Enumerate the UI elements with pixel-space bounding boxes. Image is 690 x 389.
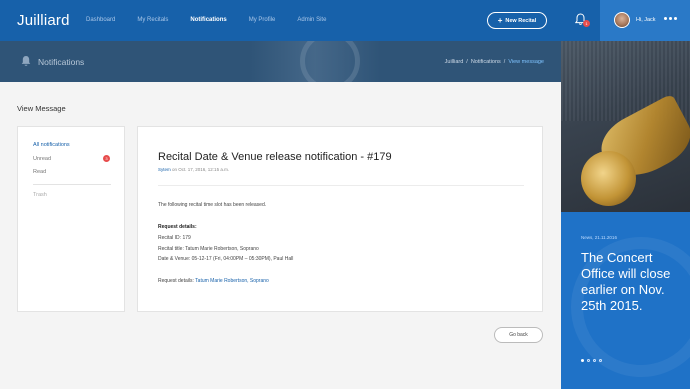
nav-item-notifications[interactable]: Notifications [190, 17, 226, 23]
sidebar-item-read[interactable]: Read [33, 169, 46, 175]
nav-item-my-profile[interactable]: My Profile [249, 17, 276, 23]
page-title: View Message [17, 104, 66, 113]
bell-icon [21, 56, 31, 66]
breadcrumb: Juilliard / Notifications / View message [445, 59, 544, 65]
breadcrumb-home[interactable]: Juilliard [445, 59, 464, 65]
saxophone-photo [561, 41, 690, 212]
message-meta: Sytem on Oct. 17, 2016, 12:15 a.m. [158, 167, 229, 172]
breadcrumb-separator: / [503, 59, 506, 65]
message-date: on Oct. 17, 2016, 12:15 a.m. [172, 167, 230, 172]
plus-icon: + [497, 15, 503, 25]
unread-count-badge: 3 [103, 155, 110, 162]
nav-item-dashboard[interactable]: Dashboard [86, 17, 115, 23]
nav-item-admin-site[interactable]: Admin Site [297, 17, 326, 23]
news-text: The Concert Office will close earlier on… [581, 250, 671, 313]
request-details-link[interactable]: Tatum Marie Robertson, Soprano [195, 278, 269, 284]
request-details-heading: Request details: [158, 224, 197, 230]
news-card[interactable]: News, 21.11.2016 The Concert Office will… [561, 212, 690, 389]
breadcrumb-notifications[interactable]: Notifications [471, 59, 501, 65]
go-back-button[interactable]: Go back [494, 327, 543, 343]
user-greeting[interactable]: Hi, Jack [636, 17, 656, 23]
notification-count-badge: 1 [583, 20, 590, 27]
top-navbar: Juilliard Dashboard My Recitals Notifica… [0, 0, 600, 41]
carousel-dots [581, 359, 602, 362]
page-header: Notifications Juilliard / Notifications … [0, 41, 561, 82]
carousel-dot[interactable] [587, 359, 590, 362]
news-promo-panel: News, 21.11.2016 The Concert Office will… [561, 41, 690, 389]
message-sender[interactable]: Sytem [158, 167, 171, 172]
request-details-prefix: Request details: [158, 278, 194, 284]
message-card: Recital Date & Venue release notificatio… [137, 126, 543, 312]
nav-item-my-recitals[interactable]: My Recitals [137, 17, 168, 23]
recital-id: Recital ID: 179 [158, 235, 191, 241]
main-nav: Dashboard My Recitals Notifications My P… [86, 17, 348, 23]
brand-logo[interactable]: Juilliard [17, 12, 70, 29]
breadcrumb-current: View message [508, 59, 544, 65]
divider [158, 185, 524, 186]
message-intro: The following recital time slot has been… [158, 202, 267, 208]
new-recital-button[interactable]: + New Recital [487, 12, 547, 29]
notifications-sidebar: All notifications Unread 3 Read Trash [17, 126, 125, 312]
avatar[interactable] [614, 12, 630, 28]
recital-title: Recital title: Tatum Marie Robertson, So… [158, 246, 259, 252]
news-date: News, 21.11.2016 [581, 235, 617, 240]
message-title: Recital Date & Venue release notificatio… [158, 151, 392, 163]
sidebar-divider [33, 184, 111, 185]
notifications-bell-button[interactable]: 1 [562, 0, 600, 41]
sidebar-item-trash[interactable]: Trash [33, 192, 47, 198]
date-venue: Date & Venue: 05-12-17 (Fri, 04:00PM – 0… [158, 256, 294, 262]
sidebar-item-all[interactable]: All notifications [33, 142, 70, 148]
carousel-dot[interactable] [593, 359, 596, 362]
sidebar-item-unread[interactable]: Unread [33, 156, 51, 162]
breadcrumb-separator: / [466, 59, 468, 65]
header-title: Notifications [38, 57, 85, 67]
new-recital-label: New Recital [505, 17, 537, 24]
user-menu[interactable]: Hi, Jack [600, 0, 690, 41]
more-dots-icon[interactable] [664, 17, 677, 20]
carousel-dot[interactable] [581, 359, 584, 362]
request-details-line: Request details: Tatum Marie Robertson, … [158, 278, 269, 284]
carousel-dot[interactable] [599, 359, 602, 362]
